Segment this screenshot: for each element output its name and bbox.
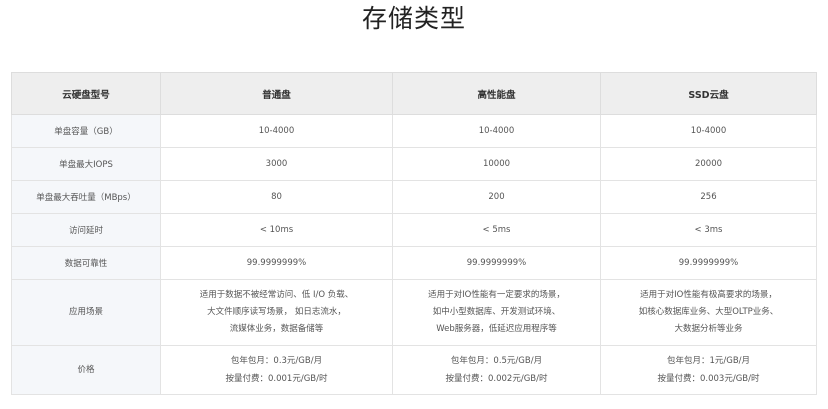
- cell-line: 适用于对IO性能有一定要求的场景，: [428, 290, 565, 300]
- row-label: 数据可靠性: [11, 246, 161, 280]
- header-standard-disk: 普通盘: [160, 72, 393, 115]
- table-row-scenario: 应用场景 适用于数据不被经常访问、低 I/O 负载、 大文件顺序读写场景， 如日…: [11, 279, 817, 346]
- table-cell: 10-4000: [160, 114, 393, 148]
- cell-line: 流媒体业务，数据备储等: [229, 324, 324, 334]
- table-cell: < 3ms: [600, 213, 817, 247]
- cell-line: 按量付费：0.003元/GB/时: [657, 374, 760, 384]
- page-title: 存储类型: [361, 4, 466, 33]
- table-header-row: 云硬盘型号 普通盘 高性能盘 SSD云盘: [11, 72, 817, 115]
- table-cell: 适用于对IO性能有一定要求的场景， 如中小型数据库、开发测试环境、 Web服务器…: [392, 279, 601, 346]
- table-row-price: 价格 包年包月：0.3元/GB/月 按量付费：0.001元/GB/时 包年包月：…: [11, 345, 817, 395]
- header-disk-model: 云硬盘型号: [11, 72, 161, 115]
- cell-line: 包年包月：0.5元/GB/月: [450, 356, 543, 366]
- cell-line: 大数据分析等业务: [674, 324, 743, 334]
- table-cell: 10-4000: [392, 114, 601, 148]
- table-cell: 包年包月：0.3元/GB/月 按量付费：0.001元/GB/时: [160, 345, 393, 395]
- row-label: 应用场景: [11, 279, 161, 346]
- table-cell: 99.9999999%: [160, 246, 393, 280]
- table-cell: 99.9999999%: [392, 246, 601, 280]
- table-cell: 256: [600, 180, 817, 214]
- cell-line: 包年包月：1元/GB/月: [666, 356, 751, 366]
- cell-line: 包年包月：0.3元/GB/月: [230, 356, 323, 366]
- table-cell: 包年包月：1元/GB/月 按量付费：0.003元/GB/时: [600, 345, 817, 395]
- row-label: 单盘最大IOPS: [11, 147, 161, 181]
- table-row: 单盘容量（GB） 10-4000 10-4000 10-4000: [11, 114, 817, 148]
- cell-line: Web服务器，低延迟应用程序等: [436, 324, 557, 334]
- table-cell: < 10ms: [160, 213, 393, 247]
- cell-line: 如中小型数据库、开发测试环境、: [432, 307, 561, 317]
- row-label: 访问延时: [11, 213, 161, 247]
- cell-line: 大文件顺序读写场景， 如日志流水，: [207, 307, 346, 317]
- table-cell: 包年包月：0.5元/GB/月 按量付费：0.002元/GB/时: [392, 345, 601, 395]
- table-cell: 适用于对IO性能有极高要求的场景， 如核心数据库业务、大型OLTP业务、 大数据…: [600, 279, 817, 346]
- table-cell: 10000: [392, 147, 601, 181]
- row-label: 单盘容量（GB）: [11, 114, 161, 148]
- cell-line: 按量付费：0.001元/GB/时: [225, 374, 328, 384]
- table-row: 数据可靠性 99.9999999% 99.9999999% 99.9999999…: [11, 246, 817, 280]
- table-cell: 200: [392, 180, 601, 214]
- table-cell: 3000: [160, 147, 393, 181]
- header-performance-disk: 高性能盘: [392, 72, 601, 115]
- cell-line: 适用于数据不被经常访问、低 I/O 负载、: [199, 290, 354, 300]
- table-cell: 99.9999999%: [600, 246, 817, 280]
- table-row: 单盘最大吞吐量（MBps） 80 200 256: [11, 180, 817, 214]
- cell-line: 如核心数据库业务、大型OLTP业务、: [638, 307, 779, 317]
- header-ssd-disk: SSD云盘: [600, 72, 817, 115]
- table-row: 单盘最大IOPS 3000 10000 20000: [11, 147, 817, 181]
- storage-type-table: 云硬盘型号 普通盘 高性能盘 SSD云盘 单盘容量（GB） 10-4000 10…: [11, 72, 817, 395]
- table-row: 访问延时 < 10ms < 5ms < 3ms: [11, 213, 817, 247]
- table-cell: 10-4000: [600, 114, 817, 148]
- table-cell: 80: [160, 180, 393, 214]
- table-cell: 20000: [600, 147, 817, 181]
- table-cell: < 5ms: [392, 213, 601, 247]
- row-label: 价格: [11, 345, 161, 395]
- cell-line: 按量付费：0.002元/GB/时: [445, 374, 548, 384]
- cell-line: 适用于对IO性能有极高要求的场景，: [640, 290, 777, 300]
- table-cell: 适用于数据不被经常访问、低 I/O 负载、 大文件顺序读写场景， 如日志流水， …: [160, 279, 393, 346]
- row-label: 单盘最大吞吐量（MBps）: [11, 180, 161, 214]
